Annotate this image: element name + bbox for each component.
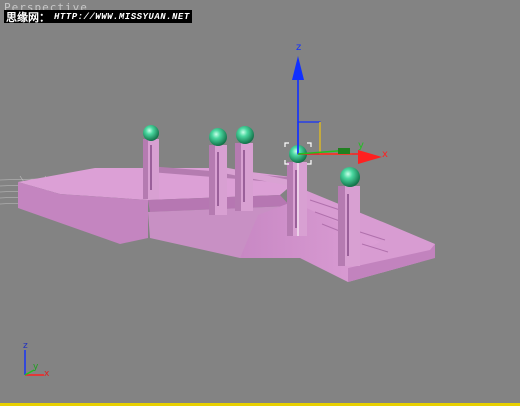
watermark-chinese: 思缘网： — [6, 10, 50, 24]
platform-model[interactable] — [18, 125, 435, 282]
viewport-scene[interactable] — [0, 0, 520, 406]
watermark-url: HTTP://WWW.MISSYUAN.NET — [54, 11, 190, 22]
watermark: 思缘网： HTTP://WWW.MISSYUAN.NET — [4, 10, 192, 24]
column[interactable] — [209, 145, 227, 215]
column[interactable] — [235, 143, 253, 211]
sphere[interactable] — [236, 126, 254, 144]
sphere[interactable] — [209, 128, 227, 146]
transform-gizmo[interactable] — [292, 56, 382, 164]
column[interactable] — [143, 139, 159, 199]
gizmo-y-label: y — [358, 140, 364, 151]
gizmo-z-label: z — [296, 42, 302, 53]
tripod-z-label: z — [23, 341, 28, 351]
perspective-viewport[interactable]: z y x z y x Perspective 思缘网： HTTP://WWW.… — [0, 0, 520, 406]
sphere[interactable] — [340, 167, 360, 187]
tripod-y-label: y — [33, 362, 39, 372]
column[interactable] — [338, 186, 360, 266]
gizmo-x-label: x — [382, 149, 388, 160]
tripod-x-label: x — [44, 369, 50, 379]
sphere[interactable] — [143, 125, 159, 141]
column-selected[interactable] — [287, 160, 307, 236]
